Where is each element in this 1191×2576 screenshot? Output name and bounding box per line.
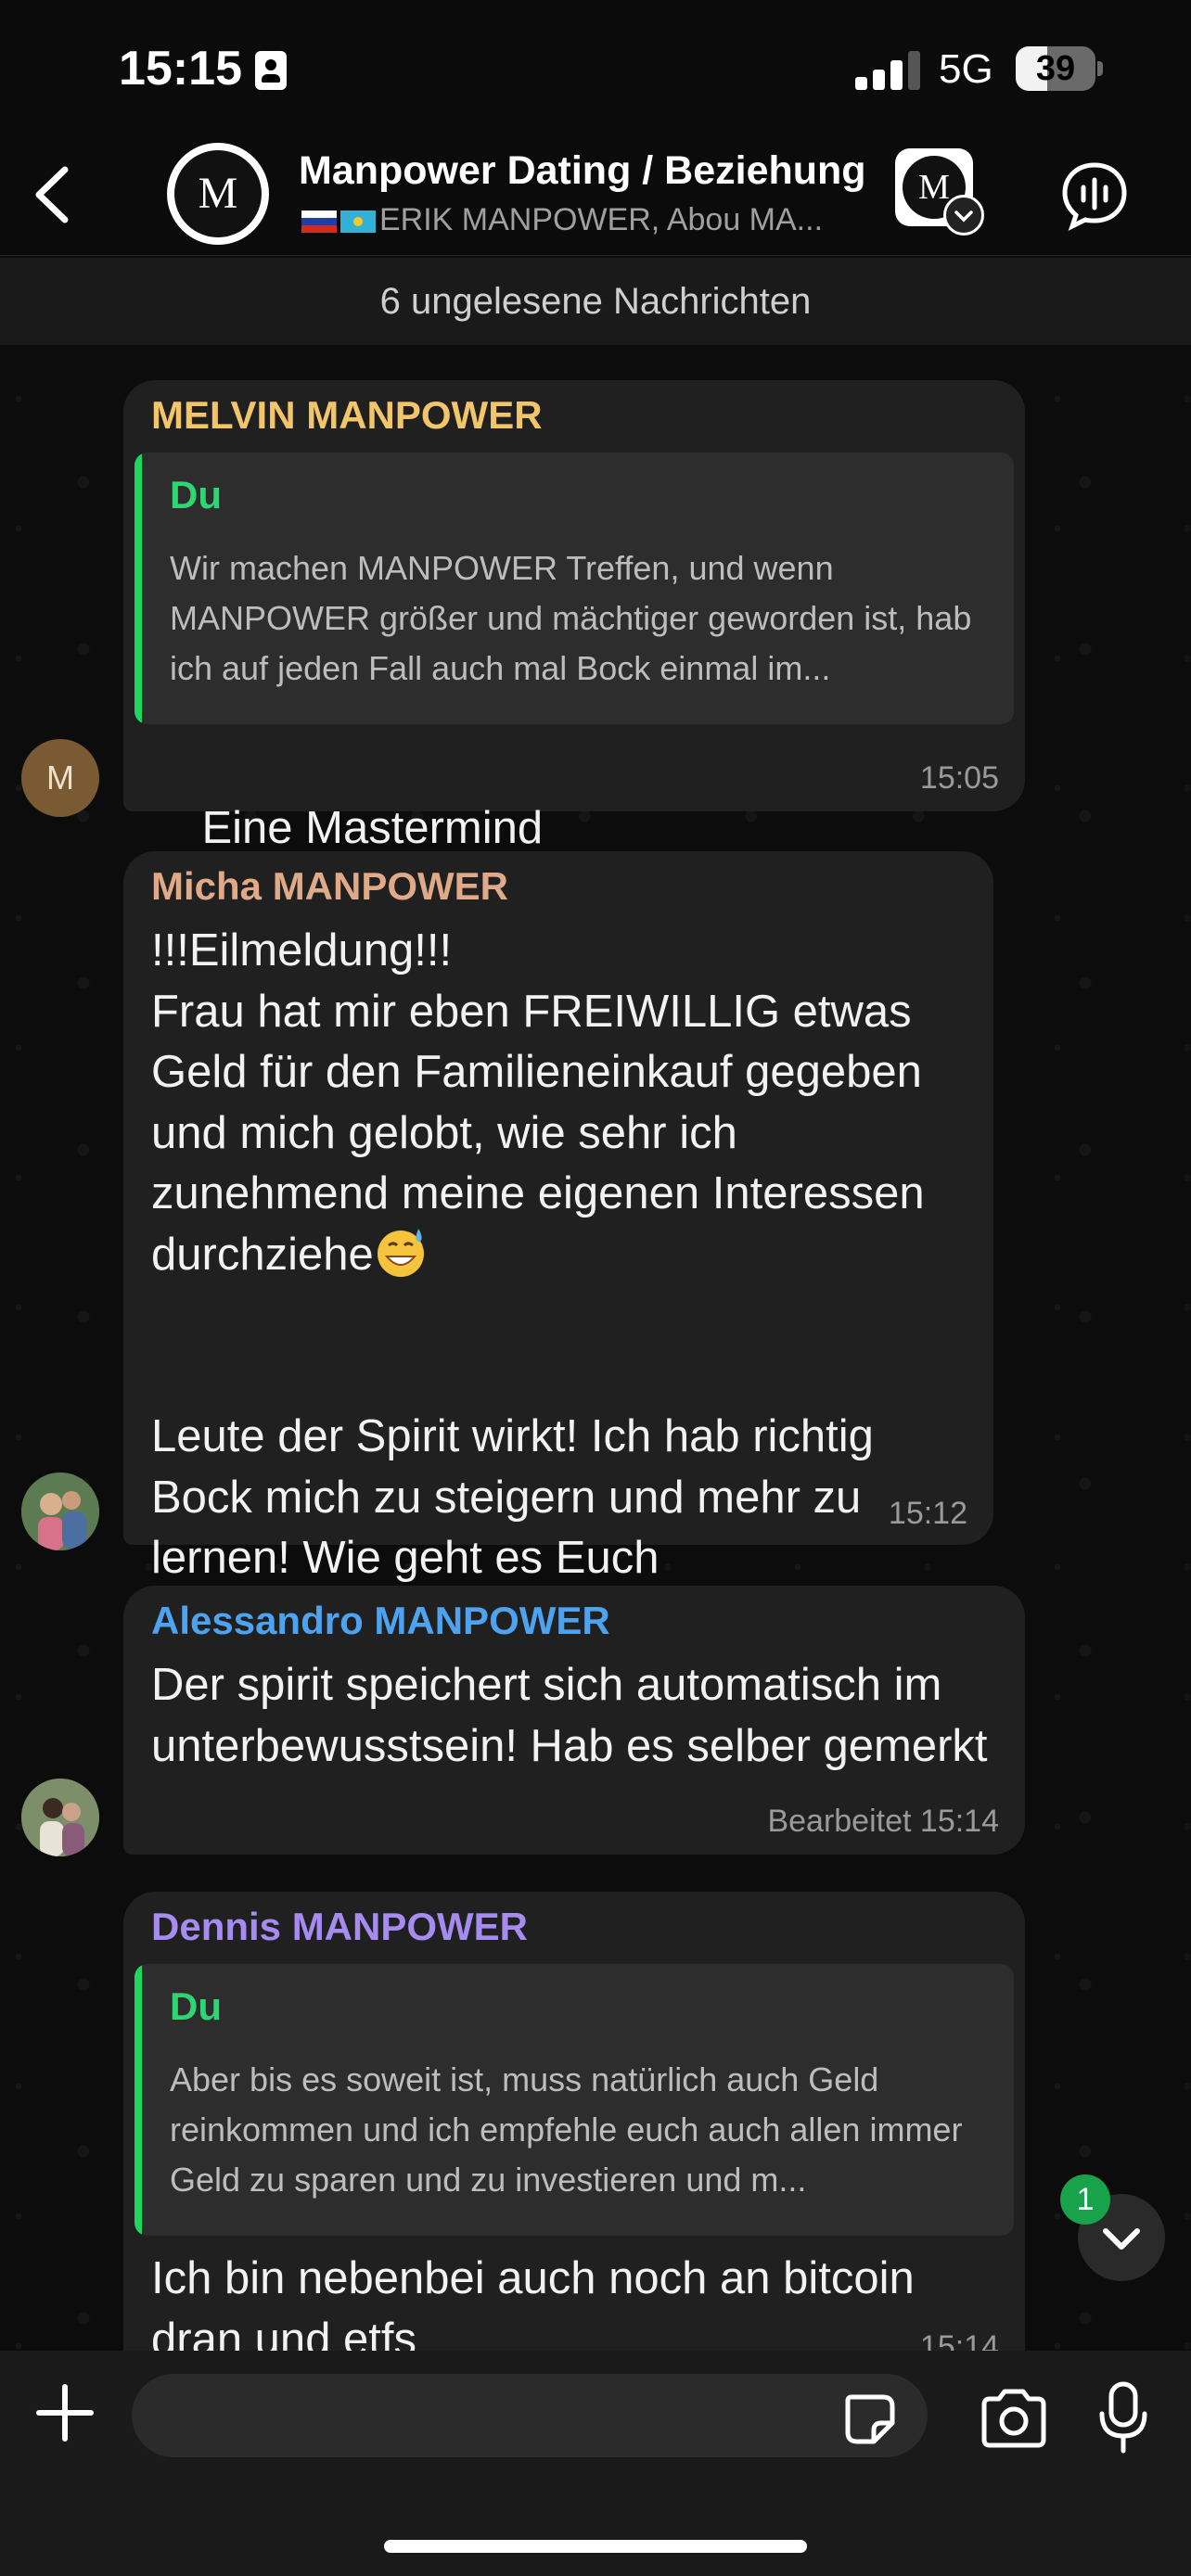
message-edited-time: Bearbeitet 15:14: [767, 1804, 999, 1840]
battery-level: 39: [1035, 49, 1076, 88]
reply-text: Aber bis es soweit ist, muss natürlich a…: [170, 2060, 963, 2199]
reply-author: Du: [170, 473, 222, 516]
message-sender[interactable]: MELVIN MANPOWER: [151, 393, 543, 438]
battery-icon: 39: [1016, 46, 1095, 91]
avatar[interactable]: [21, 1473, 99, 1550]
message-bubble[interactable]: Alessandro MANPOWER Der spirit speichert…: [123, 1586, 1025, 1855]
kazakhstan-flag-icon: [340, 210, 376, 234]
microphone-icon[interactable]: [1095, 2380, 1152, 2455]
network-type: 5G: [939, 46, 993, 92]
reply-author: Du: [170, 1984, 222, 2028]
unread-messages-banner: 6 ungelesene Nachrichten: [0, 258, 1191, 345]
back-chevron-icon[interactable]: [26, 162, 82, 227]
message-sender[interactable]: Alessandro MANPOWER: [151, 1599, 610, 1643]
message-text-part1: !!!Eilmeldung!!! Frau hat mir eben FREIW…: [151, 925, 925, 1280]
avatar[interactable]: M: [21, 739, 99, 817]
members-text: ERIK MANPOWER, Abou MA...: [379, 202, 824, 237]
message-text: !!!Eilmeldung!!! Frau hat mir eben FREIW…: [151, 921, 967, 1589]
message-time: 15:05: [919, 760, 999, 796]
avatar-letter: M: [46, 759, 74, 797]
avatar[interactable]: [21, 1779, 99, 1856]
group-avatar[interactable]: M: [167, 143, 269, 245]
message-bubble[interactable]: MELVIN MANPOWER Du Wir machen MANPOWER T…: [123, 380, 1025, 907]
message-time: 15:14: [919, 1804, 999, 1839]
chat-members-subtitle[interactable]: ERIK MANPOWER, Abou MA...: [301, 202, 823, 238]
message-input[interactable]: [132, 2374, 928, 2457]
avatar-photo: [21, 1779, 99, 1856]
russia-flag-icon: [301, 210, 337, 234]
signal-strength-icon: [855, 51, 920, 90]
status-time: 15:15: [119, 42, 242, 96]
message-text-part2: Leute der Spirit wirkt! Ich hab richtig …: [151, 1411, 887, 1583]
reply-quote[interactable]: Du Wir machen MANPOWER Treffen, und wenn…: [134, 453, 1014, 724]
grinning-sweat-emoji: [377, 1228, 424, 1277]
plus-icon[interactable]: [35, 2383, 95, 2442]
status-bar: 15:15 5G 39: [0, 0, 1191, 139]
chat-title[interactable]: Manpower Dating / Beziehung: [299, 148, 866, 194]
unread-count-badge: 1: [1060, 2174, 1110, 2225]
reply-quote[interactable]: Du Aber bis es soweit ist, muss natürlic…: [134, 1964, 1014, 2236]
chat-header: M Manpower Dating / Beziehung ERIK MANPO…: [0, 139, 1191, 256]
voice-chat-icon[interactable]: [1057, 158, 1132, 232]
battery-cap: [1097, 61, 1103, 76]
message-text: Der spirit speichert sich automatisch im…: [151, 1660, 988, 1771]
message-sender[interactable]: Micha MANPOWER: [151, 864, 508, 909]
sticker-icon[interactable]: [842, 2391, 898, 2447]
message-bubble[interactable]: Micha MANPOWER !!!Eilmeldung!!! Frau hat…: [123, 851, 993, 1583]
reply-accent-bar: [134, 1964, 142, 2236]
group-avatar-logo: M: [174, 150, 262, 237]
chevron-badge-icon: [943, 195, 984, 236]
message-sender[interactable]: Dennis MANPOWER: [151, 1905, 528, 1949]
avatar-photo: [21, 1473, 99, 1550]
home-indicator[interactable]: [384, 2540, 807, 2553]
contact-card-icon: [255, 51, 287, 90]
message-bubble[interactable]: Dennis MANPOWER Du Aber bis es soweit is…: [123, 1892, 1025, 2411]
message-text-content: Eine Mastermind: [201, 802, 544, 853]
reply-text: Wir machen MANPOWER Treffen, und wenn MA…: [170, 549, 972, 687]
edited-label: Bearbeitet: [767, 1804, 912, 1839]
message-time: 15:12: [888, 1496, 967, 1531]
reply-accent-bar: [134, 453, 142, 724]
camera-icon[interactable]: [979, 2388, 1049, 2449]
